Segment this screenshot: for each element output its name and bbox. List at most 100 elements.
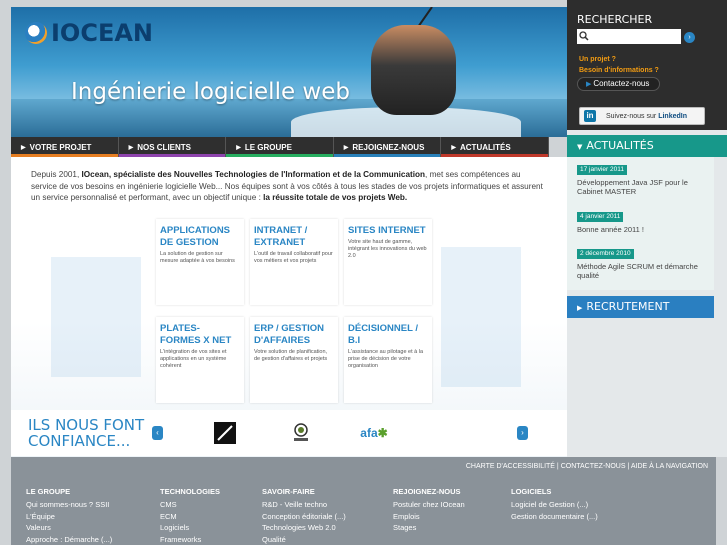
confiance-line1: ILS NOUS FONT [28,416,145,434]
service-title: DÉCISIONNEL / B.I [348,323,419,346]
footer-link[interactable]: Conception éditoriale (...) [262,511,346,523]
intro-bold: la réussite totale de vos projets Web. [263,193,408,202]
service-desc: Votre solution de planification, de gest… [254,349,328,362]
partner-logo-seal-icon [294,423,308,441]
nav-actualites[interactable]: ▶ ACTUALITÉS [441,137,549,157]
clients-carousel: ILS NOUS FONT CONFIANCE... ‹ afa ✱ › [11,410,567,456]
footer-link-aide[interactable]: AIDE À LA NAVIGATION [631,463,708,470]
linkedin-button[interactable]: in Suivez-nous sur LinkedIn [579,107,705,125]
footer-col-logiciels: LOGICIELS Logiciel de Gestion (...) Gest… [511,487,598,522]
chevron-down-icon: ▼ [577,143,583,151]
service-erp[interactable]: ERP / GESTION D'AFFAIRES Votre solution … [250,317,338,403]
kitesurfer-photo [371,25,456,115]
tagline: Ingénierie logicielle web [71,79,350,105]
footer-link[interactable]: ECM [160,511,220,523]
partner-logo-afa[interactable]: afa ✱ [354,422,394,444]
partner-logo[interactable] [214,422,236,444]
recruitment-header[interactable]: ▶ RECRUTEMENT [567,296,714,318]
footer-link[interactable]: Approche : Démarche (...) [26,534,112,545]
confiance-line2: CONFIANCE... [28,432,131,450]
service-desc: La solution de gestion sur mesure adapté… [160,251,235,264]
carousel-prev-button[interactable]: ‹ [152,426,163,440]
intro-part: Depuis 2001, [31,170,82,179]
footer-link[interactable]: CMS [160,499,220,511]
footer-link[interactable]: Qui sommes-nous ? SSII [26,499,112,511]
main-nav: ▶ VOTRE PROJET ▶ NOS CLIENTS ▶ LE GROUPE ▶ R… [11,137,549,157]
chevron-left-icon: ‹ [156,428,159,437]
footer-link[interactable]: Valeurs [26,522,112,534]
footer-link[interactable]: Qualité [262,534,346,545]
logo-text: IOCEAN [51,19,153,47]
star-icon: ✱ [377,426,388,440]
nav-label: NOS CLIENTS [137,142,191,152]
footer-link[interactable]: Frameworks [160,534,220,545]
news-item[interactable]: Développement Java JSF pour le Cabinet M… [577,178,707,196]
service-plates-formes[interactable]: PLATES-FORMES X NET L'intégration de vos… [156,317,244,403]
contact-label: Contactez-nous [593,79,650,88]
service-desc: L'assistance au pilotage et à la prise d… [348,349,424,369]
hero-banner: IOCEAN Ingénierie logicielle web [11,7,567,137]
service-desc: L'intégration de vos sites et applicatio… [160,349,227,369]
news-item[interactable]: Bonne année 2011 ! [577,225,707,234]
nav-nos-clients[interactable]: ▶ NOS CLIENTS [118,137,227,157]
service-intranet-extranet[interactable]: INTRANET / EXTRANET L'outil de travail c… [250,219,338,305]
footer-link-accessibilite[interactable]: CHARTE D'ACCESSIBILITÉ [466,463,555,470]
nav-arrow-icon: ▶ [343,144,349,151]
decorative-squares [51,257,141,377]
logo-mark-icon [25,22,47,44]
service-title: ERP / GESTION D'AFFAIRES [254,323,325,346]
service-sites-internet[interactable]: SITES INTERNET Votre site haut de gamme,… [344,219,432,305]
nav-label: ACTUALITÉS [460,142,511,152]
linkedin-icon: in [584,110,596,122]
nav-rejoignez-nous[interactable]: ▶ REJOIGNEZ-NOUS [333,137,442,157]
footer-link[interactable]: Emplois [393,511,465,523]
contact-button[interactable]: ▶ Contactez-nous [577,77,661,91]
service-title: APPLICATIONS DE GESTION [160,225,231,248]
nav-votre-projet[interactable]: ▶ VOTRE PROJET [11,137,119,157]
footer-link[interactable]: Postuler chez IOcean [393,499,465,511]
footer-col-groupe: LE GROUPE Qui sommes-nous ? SSII L'Équip… [26,487,112,545]
nav-le-groupe[interactable]: ▶ LE GROUPE [226,137,334,157]
footer-link[interactable]: L'Équipe [26,511,112,523]
search-panel: RECHERCHER › Un projet ? Besoin d'inform… [567,0,727,130]
news-item[interactable]: Méthode Agile SCRUM et démarche qualité [577,262,707,280]
arrow-right-icon: › [688,34,691,41]
search-input[interactable] [577,29,681,44]
confiance-title: ILS NOUS FONT CONFIANCE... [28,417,144,449]
service-applications-gestion[interactable]: APPLICATIONS DE GESTION La solution de g… [156,219,244,305]
footer-link[interactable]: Logiciel de Gestion (...) [511,499,598,511]
recruitment-title: RECRUTEMENT [586,300,670,313]
logo[interactable]: IOCEAN [25,19,153,47]
footer-link-contact[interactable]: CONTACTEZ-NOUS [561,463,626,470]
search-submit-button[interactable]: › [684,32,695,43]
linkedin-prefix: Suivez-nous sur [606,112,657,120]
footer-link[interactable]: R&D - Veille techno [262,499,346,511]
linkedin-brand: LinkedIn [658,112,687,120]
nav-label: VOTRE PROJET [29,142,92,152]
footer: CHARTE D'ACCESSIBILITÉ | CONTACTEZ-NOUS … [11,457,716,545]
partner-logo[interactable] [291,422,311,444]
nav-label: REJOIGNEZ-NOUS [352,142,425,152]
service-title: PLATES-FORMES X NET [160,323,232,346]
news-title: ACTUALITÉS [586,139,654,152]
partner-afa-text: afa [360,426,378,440]
footer-link[interactable]: Technologies Web 2.0 [262,522,346,534]
sidebar: RECHERCHER › Un projet ? Besoin d'inform… [567,0,727,457]
carousel-next-button[interactable]: › [517,426,528,440]
service-desc: Votre site haut de gamme, intégrant les … [348,239,427,259]
question-informations: Besoin d'informations ? [579,67,659,74]
footer-link[interactable]: Logiciels [160,522,220,534]
footer-col-title: SAVOIR-FAIRE [262,487,315,496]
footer-col-title: LE GROUPE [26,487,71,496]
footer-link[interactable]: Stages [393,522,465,534]
nav-arrow-icon: ▶ [451,144,456,151]
footer-link[interactable]: Gestion documentaire (...) [511,511,598,523]
chevron-right-icon: ▶ [577,304,583,312]
service-decisionnel[interactable]: DÉCISIONNEL / B.I L'assistance au pilota… [344,317,432,403]
search-title: RECHERCHER [577,13,653,26]
service-title: SITES INTERNET [348,225,426,236]
news-date: 4 janvier 2011 [577,212,624,222]
service-desc: L'outil de travail collaboratif pour vos… [254,251,333,264]
footer-col-title: REJOIGNEZ-NOUS [393,487,461,496]
decorative-squares [441,247,521,387]
